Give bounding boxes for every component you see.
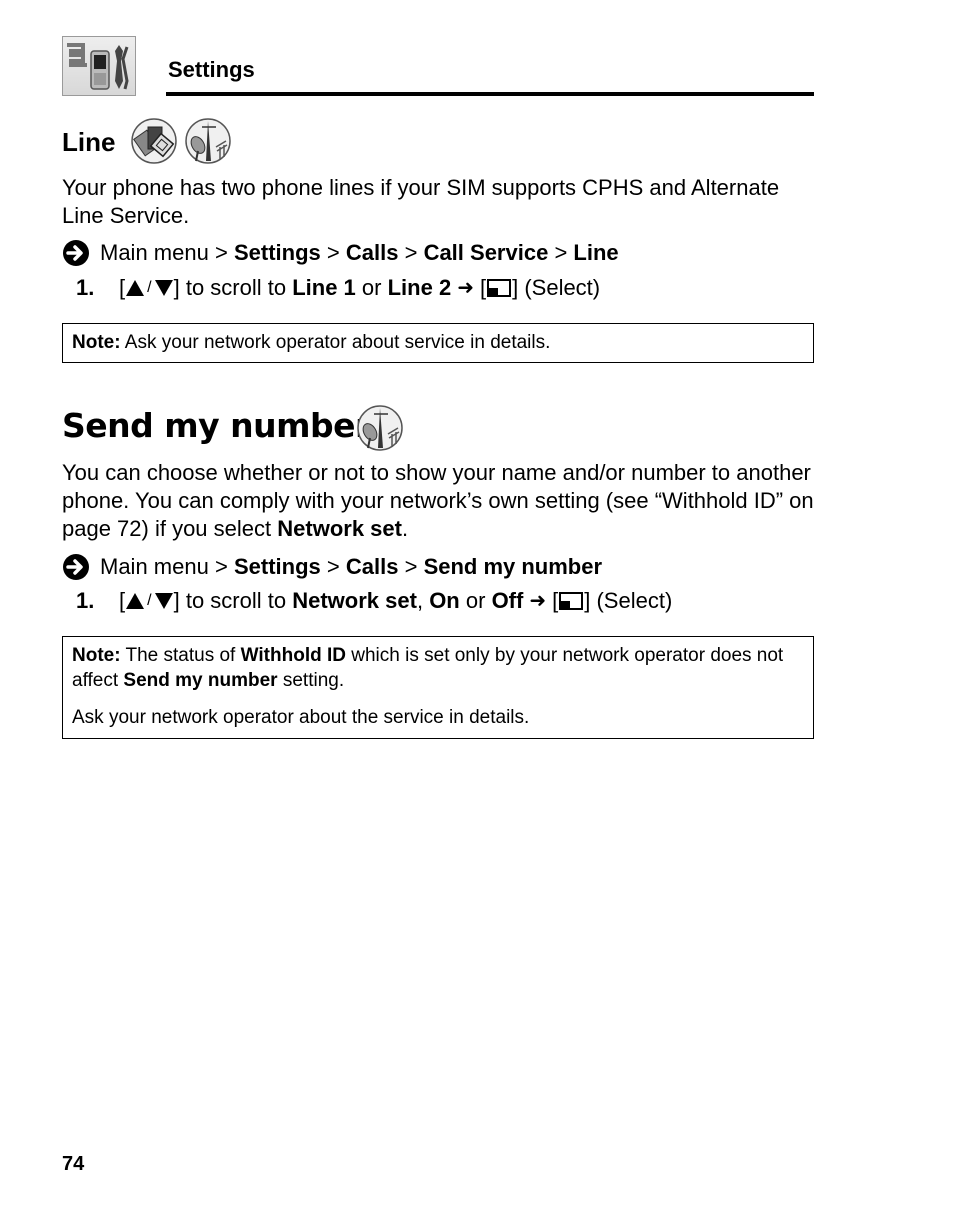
arrow-right-icon	[63, 240, 89, 266]
menu-path-send-my-number: Main menu > Settings > Calls > Send my n…	[62, 553, 602, 581]
menu-path-line: Main menu > Settings > Calls > Call Serv…	[62, 239, 619, 267]
path-item-line: Line	[573, 240, 619, 265]
send-my-number-description: You can choose whether or not to show yo…	[62, 460, 814, 541]
send-my-number-heading: Send my number	[62, 406, 371, 445]
option-line-2: Line 2	[387, 275, 452, 300]
path-item-call-service: Call Service	[423, 240, 549, 265]
path-item-settings: Settings	[233, 240, 321, 265]
note-label: Note:	[72, 332, 121, 353]
settings-phone-wrench-icon	[62, 36, 136, 96]
section-title: Settings	[168, 57, 255, 82]
header-divider	[166, 92, 814, 96]
step-1-send-my-number: 1. [/] to scroll to Network set, On or O…	[76, 587, 673, 615]
left-softkey-icon	[559, 592, 584, 610]
arrow-right-icon	[63, 554, 89, 580]
line-feature-icons	[130, 117, 232, 165]
line-heading: Line	[62, 127, 116, 157]
note-paragraph-1: Note: The status of Withhold ID which is…	[72, 645, 784, 691]
note-label: Note:	[72, 645, 121, 666]
option-on: On	[429, 588, 460, 613]
option-line-1: Line 1	[292, 275, 356, 300]
option-off: Off	[491, 588, 524, 613]
step-1-line: 1. [/] to scroll to Line 1 or Line 2 ➜[] …	[76, 274, 601, 302]
note-box-send-my-number: Note: The status of Withhold ID which is…	[62, 636, 814, 739]
then-arrow-icon: ➜	[457, 277, 474, 299]
network-antenna-icon	[357, 405, 403, 451]
path-prefix: Main menu	[100, 554, 209, 579]
path-item-send-my-number: Send my number	[423, 554, 603, 579]
network-set-term: Network set	[277, 516, 402, 541]
then-arrow-icon: ➜	[529, 590, 547, 612]
up-down-keys-icon: /	[126, 274, 173, 302]
network-antenna-icon	[185, 118, 231, 164]
left-softkey-icon	[487, 279, 512, 297]
step-number: 1.	[76, 275, 95, 300]
step-number: 1.	[76, 588, 95, 613]
path-item-settings: Settings	[233, 554, 321, 579]
path-prefix: Main menu	[100, 240, 209, 265]
path-item-calls: Calls	[345, 240, 399, 265]
page-number: 74	[62, 1153, 85, 1175]
up-down-keys-icon: /	[126, 587, 173, 615]
line-description: Your phone has two phone lines if your S…	[62, 175, 780, 228]
note-text: Ask your network operator about service …	[124, 332, 551, 353]
note-paragraph-2: Ask your network operator about the serv…	[72, 707, 530, 728]
option-network-set: Network set	[292, 588, 417, 613]
note-box-line: Note: Ask your network operator about se…	[62, 323, 814, 363]
path-item-calls: Calls	[345, 554, 399, 579]
sim-cards-icon	[131, 118, 177, 164]
